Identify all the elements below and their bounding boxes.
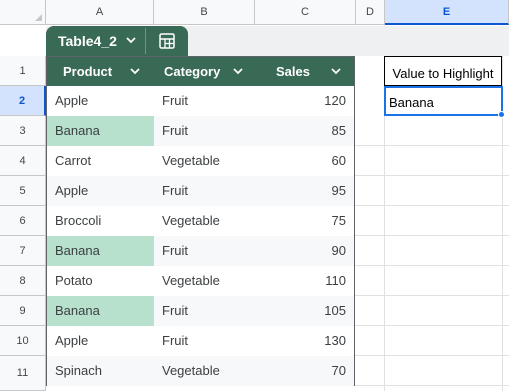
cell-category[interactable]: Fruit (154, 326, 255, 356)
table-name-tab[interactable]: Table4_2 (46, 26, 188, 56)
table-name[interactable]: Table4_2 (58, 33, 117, 49)
fill-handle[interactable] (498, 111, 505, 118)
cell-sales[interactable]: 75 (255, 206, 354, 236)
table-row: Spinach Vegetable 70 (47, 356, 354, 386)
cell-category[interactable]: Vegetable (154, 206, 255, 236)
cell-product[interactable]: Spinach (47, 356, 154, 386)
column-header-b[interactable]: B (154, 0, 255, 25)
table-row: Banana Fruit 105 (47, 296, 354, 326)
cell-product-highlighted[interactable]: Banana (47, 116, 154, 146)
column-header-d[interactable]: D (356, 0, 385, 25)
table-row: Potato Vegetable 110 (47, 266, 354, 296)
table-row: Broccoli Vegetable 75 (47, 206, 354, 236)
cell-category[interactable]: Vegetable (154, 146, 255, 176)
cell-category[interactable]: Fruit (154, 176, 255, 206)
cell-sales[interactable]: 85 (255, 116, 354, 146)
table-grid-icon[interactable] (158, 32, 176, 50)
row-header-4[interactable]: 4 (0, 146, 46, 176)
cell-category[interactable]: Fruit (154, 236, 255, 266)
column-header-e[interactable]: E (385, 0, 509, 25)
table-row: Banana Fruit 90 (47, 236, 354, 266)
table-header-product[interactable]: Product (47, 57, 154, 86)
row-header-3[interactable]: 3 (0, 116, 46, 146)
value-to-highlight-label[interactable]: Value to Highlight (384, 56, 502, 86)
tab-divider (145, 28, 146, 54)
table-row: Apple Fruit 95 (47, 176, 354, 206)
row-header-7[interactable]: 7 (0, 236, 46, 266)
cell-product[interactable]: Apple (47, 86, 154, 116)
row-header-5[interactable]: 5 (0, 176, 46, 206)
row-header-10[interactable]: 10 (0, 326, 46, 356)
cell-sales[interactable]: 95 (255, 176, 354, 206)
cell-product[interactable]: Carrot (47, 146, 154, 176)
chevron-down-icon[interactable] (330, 65, 342, 77)
row-header-11[interactable]: 11 (0, 356, 46, 391)
cell-product[interactable]: Apple (47, 326, 154, 356)
cell-product[interactable]: Apple (47, 176, 154, 206)
gridline (502, 25, 503, 391)
cell-product[interactable]: Potato (47, 266, 154, 296)
chevron-down-icon[interactable] (129, 65, 141, 77)
row-header-9[interactable]: 9 (0, 296, 46, 326)
cell-product-highlighted[interactable]: Banana (47, 296, 154, 326)
cell-category[interactable]: Vegetable (154, 356, 255, 386)
select-all-corner[interactable] (0, 0, 46, 25)
cell-product[interactable]: Broccoli (47, 206, 154, 236)
table-header-category[interactable]: Category (154, 57, 255, 86)
row-header-6[interactable]: 6 (0, 206, 46, 236)
table-row: Apple Fruit 120 (47, 86, 354, 116)
cell-sales[interactable]: 130 (255, 326, 354, 356)
value-to-highlight-input[interactable]: Banana (384, 86, 503, 116)
cell-product-highlighted[interactable]: Banana (47, 236, 154, 266)
cell-category[interactable]: Fruit (154, 116, 255, 146)
header-label: Category (164, 64, 221, 79)
table-header-sales[interactable]: Sales (255, 57, 354, 86)
cell-category[interactable]: Fruit (154, 86, 255, 116)
cell-sales[interactable]: 70 (255, 356, 354, 386)
cell-sales[interactable]: 120 (255, 86, 354, 116)
cell-sales[interactable]: 110 (255, 266, 354, 296)
cell-sales[interactable]: 105 (255, 296, 354, 326)
table-row: Carrot Vegetable 60 (47, 146, 354, 176)
cell-sales[interactable]: 90 (255, 236, 354, 266)
header-label: Product (63, 64, 113, 79)
data-table: Product Category Sales Apple Fruit 120 B… (46, 56, 355, 386)
row-header-2[interactable]: 2 (0, 86, 46, 116)
cell-category[interactable]: Vegetable (154, 266, 255, 296)
cell-sales[interactable]: 60 (255, 146, 354, 176)
row-header-1[interactable]: 1 (0, 56, 46, 86)
table-row: Banana Fruit 85 (47, 116, 354, 146)
row-header-8[interactable]: 8 (0, 266, 46, 296)
chevron-down-icon[interactable] (124, 33, 138, 47)
column-header-c[interactable]: C (255, 0, 356, 25)
header-label: Sales (276, 64, 310, 79)
table-row: Apple Fruit 130 (47, 326, 354, 356)
cell-category[interactable]: Fruit (154, 296, 255, 326)
column-header-a[interactable]: A (46, 0, 154, 25)
chevron-down-icon[interactable] (232, 65, 244, 77)
corner-triangle-icon (35, 14, 42, 21)
